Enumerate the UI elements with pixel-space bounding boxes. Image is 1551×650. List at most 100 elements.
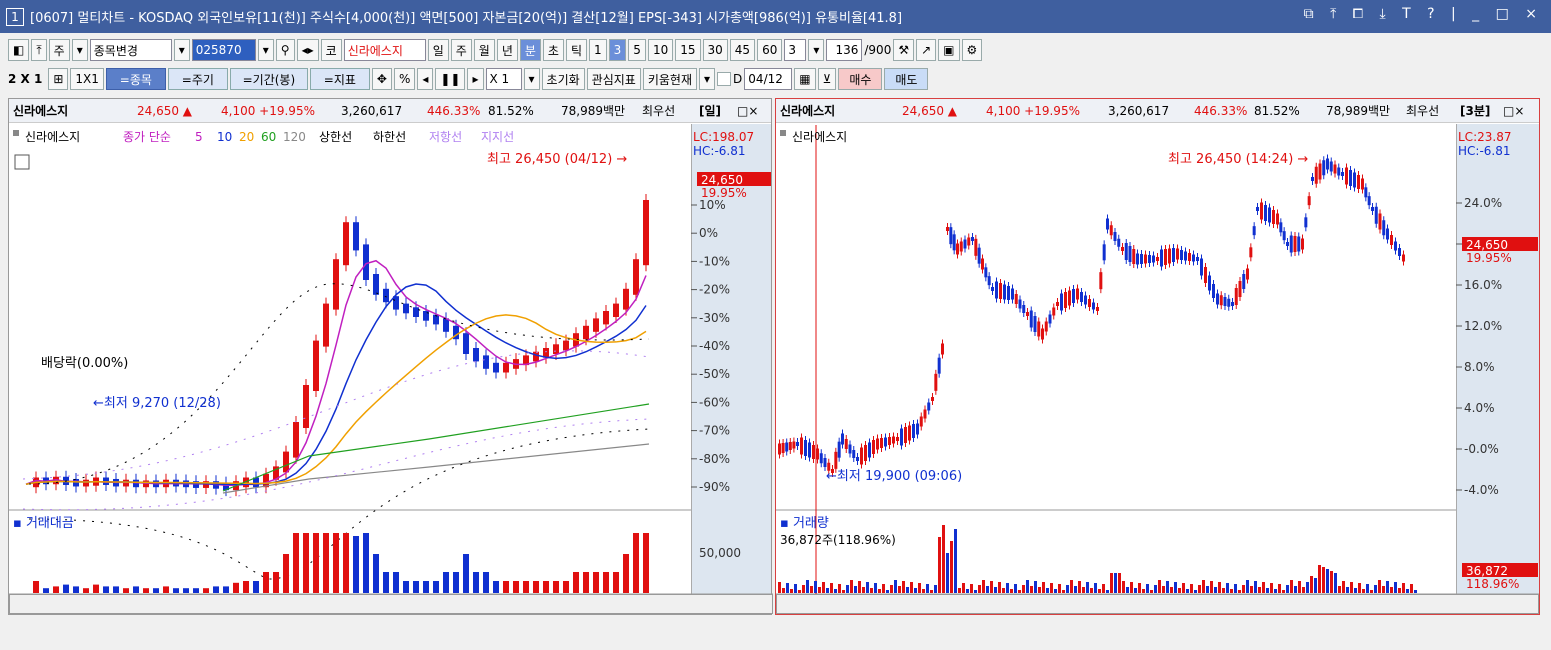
right-scrollbar[interactable] <box>776 594 1539 614</box>
stock-change-select[interactable]: 종목변경 <box>89 39 172 61</box>
search-icon[interactable]: ⚲ <box>275 39 295 61</box>
date-checkbox[interactable] <box>717 72 732 86</box>
volume-bar <box>1118 573 1121 593</box>
volume-bar <box>423 581 429 593</box>
volume-bar <box>1382 586 1385 593</box>
candle-body <box>1072 289 1075 303</box>
type-select[interactable]: 주 <box>48 39 70 61</box>
candle-body <box>1293 236 1297 252</box>
pause-icon[interactable]: ❚❚ <box>435 68 466 90</box>
crosshair-icon[interactable]: ✥ <box>371 68 392 90</box>
ytick-label: -0.0% <box>1464 442 1499 456</box>
volume-bar <box>503 581 509 593</box>
volume-bar <box>782 588 785 593</box>
date-input[interactable]: 04/12 <box>744 68 793 90</box>
candle-body <box>1064 292 1067 308</box>
left-scrollbar[interactable] <box>9 594 773 614</box>
period-second[interactable]: 초 <box>542 39 564 61</box>
period-tick[interactable]: 틱 <box>565 39 588 61</box>
save-icon[interactable]: ▣ <box>938 39 960 61</box>
minute-15[interactable]: 15 <box>675 39 701 61</box>
link-indicator-button[interactable]: =지표 <box>309 68 370 90</box>
period-day[interactable]: 일 <box>427 39 449 61</box>
filter-icon[interactable]: ⊻ <box>817 68 837 90</box>
prev-stock-icon[interactable]: ◂▸ <box>296 39 319 61</box>
grid-layout-icon[interactable]: ⊞ <box>48 68 69 90</box>
legend-marker <box>780 130 786 136</box>
period-year[interactable]: 년 <box>496 39 518 61</box>
candle-body <box>984 267 988 278</box>
volume-bar <box>273 572 279 593</box>
count-input[interactable]: 136 <box>826 39 863 61</box>
candle-body <box>880 438 883 448</box>
volume-bar <box>1330 571 1333 593</box>
candle-body <box>613 303 619 317</box>
candle-body <box>1200 258 1203 276</box>
period-week[interactable]: 주 <box>450 39 472 61</box>
reset-button[interactable]: 초기화 <box>541 68 585 90</box>
candle-body <box>812 445 815 459</box>
candle-body <box>1068 290 1071 306</box>
percent-button[interactable]: % <box>393 68 416 90</box>
single-layout-button[interactable]: 1X1 <box>70 68 104 90</box>
dropdown-icon[interactable]: ▾ <box>71 39 88 61</box>
kiwoom-current-button[interactable]: 키움현재 <box>642 68 698 90</box>
dropdown-icon[interactable]: ▾ <box>808 39 825 61</box>
candle-body <box>844 439 848 449</box>
volume-bar <box>583 572 589 593</box>
ytick-label: -30% <box>699 311 730 325</box>
layout-icon[interactable]: ◧ <box>8 39 30 61</box>
next-icon[interactable]: ▸ <box>467 68 484 90</box>
dropdown-icon[interactable]: ▾ <box>523 68 540 90</box>
volume-bar <box>403 581 409 593</box>
candle-body <box>1060 293 1063 311</box>
sell-button[interactable]: 매도 <box>884 68 929 90</box>
candle-body <box>643 200 649 266</box>
candle-body <box>1216 293 1219 305</box>
minute-60[interactable]: 60 <box>757 39 783 61</box>
stock-name-field[interactable]: 신라에스지 <box>343 39 426 61</box>
candle-body <box>1242 274 1246 289</box>
market-prefix: 코 <box>320 39 342 61</box>
dropdown-icon[interactable]: ▾ <box>699 68 716 90</box>
minute-3[interactable]: 3 <box>608 39 627 61</box>
buy-button[interactable]: 매수 <box>838 68 883 90</box>
minute-1[interactable]: 1 <box>589 39 607 61</box>
settings-gear-icon[interactable]: ⚙ <box>961 39 983 61</box>
volume-bar <box>323 533 329 593</box>
volume-bar <box>898 586 901 593</box>
code-dropdown-icon[interactable]: ▾ <box>257 39 274 61</box>
minute-45[interactable]: 45 <box>729 39 756 61</box>
link-range-button[interactable]: =기간(봉) <box>229 68 308 90</box>
candle-body <box>1208 275 1211 291</box>
volume-bar <box>934 585 937 593</box>
multiplier-select[interactable]: X 1 <box>485 68 522 90</box>
candle-body <box>473 348 479 362</box>
volume-bar <box>433 581 439 593</box>
interest-indicator-button[interactable]: 관심지표 <box>586 68 641 90</box>
link-stock-button[interactable]: =종목 <box>105 68 166 90</box>
volume-bar <box>1206 586 1209 593</box>
volume-bar <box>1054 589 1057 593</box>
window-controls[interactable]: ⧉ ⤒ ⧠ ⤓ T ? | _ □ × <box>1304 6 1543 22</box>
prev-icon[interactable]: ◂ <box>417 68 434 90</box>
pin-icon[interactable]: ⤒ <box>31 39 47 61</box>
volume-bar <box>794 584 797 593</box>
minute-30[interactable]: 30 <box>702 39 728 61</box>
minute-10[interactable]: 10 <box>647 39 674 61</box>
minute-5[interactable]: 5 <box>628 39 646 61</box>
period-month[interactable]: 월 <box>473 39 495 61</box>
stock-code-input[interactable]: 025870 <box>191 39 256 61</box>
link-period-button[interactable]: =주기 <box>167 68 228 90</box>
candle-body <box>868 442 871 458</box>
interval-select[interactable]: 3 <box>784 39 807 61</box>
dropdown-icon[interactable]: ▾ <box>173 39 190 61</box>
chart-tool-icon[interactable]: ⚒ <box>893 39 915 61</box>
period-minute[interactable]: 분 <box>519 39 541 61</box>
candle-body <box>1192 254 1195 262</box>
volume-bar <box>1214 587 1217 593</box>
calendar-icon[interactable]: ▦ <box>794 68 816 90</box>
volume-bar <box>93 584 99 593</box>
volume-bar <box>153 588 159 593</box>
indicator-icon[interactable]: ↗ <box>916 39 937 61</box>
